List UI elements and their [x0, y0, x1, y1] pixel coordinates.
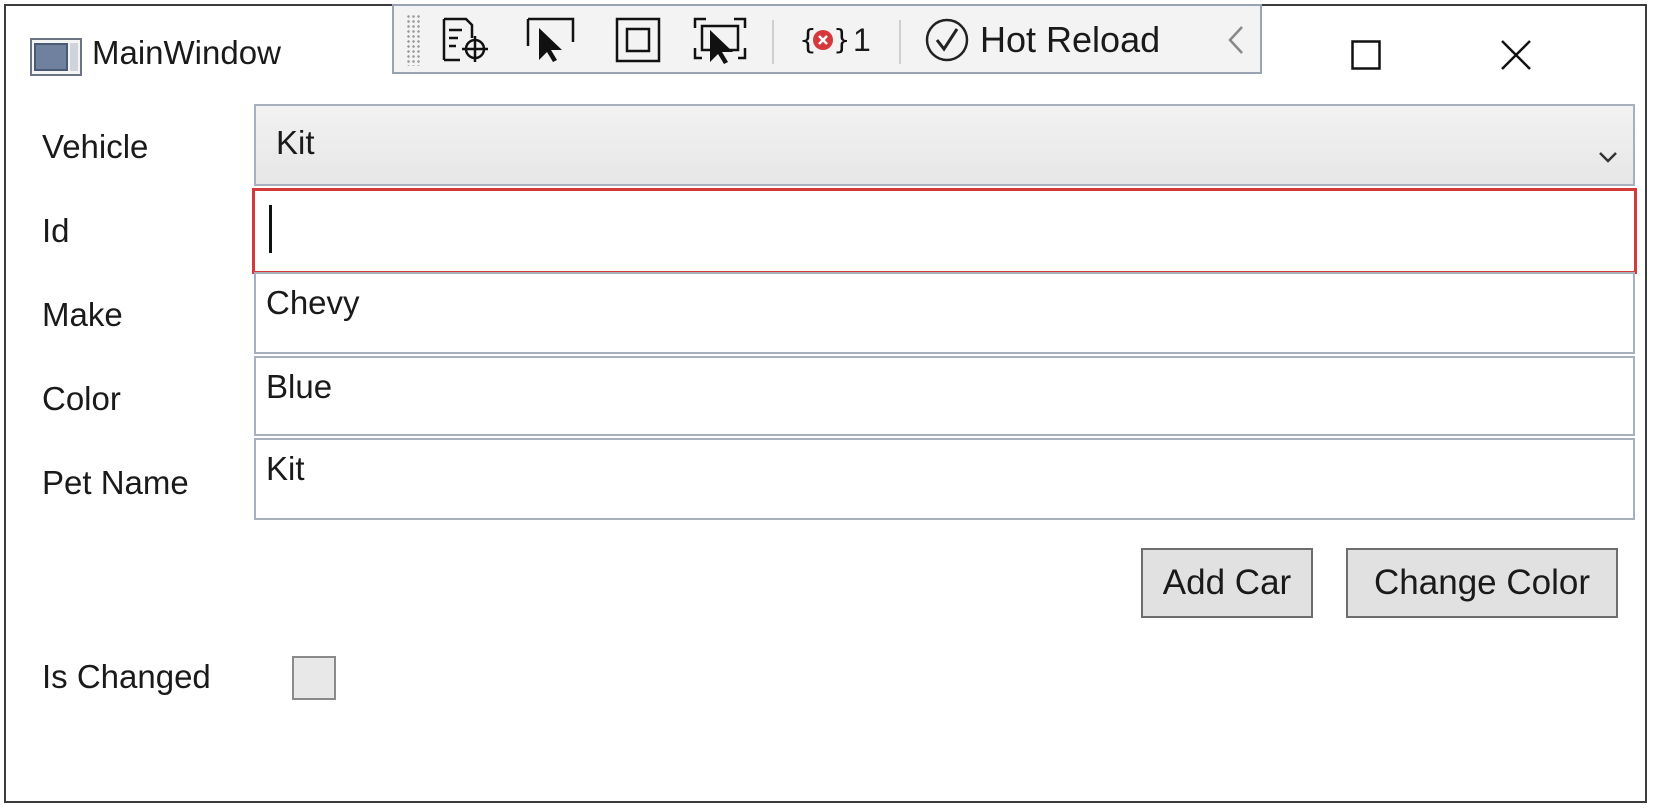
color-value: Blue: [266, 368, 333, 405]
track-focus-button[interactable]: [690, 12, 750, 68]
close-icon: [1501, 40, 1531, 70]
chevron-down-icon: [1597, 134, 1619, 172]
hot-reload-button[interactable]: Hot Reload: [924, 12, 1160, 68]
svg-text:}: }: [833, 23, 847, 56]
close-button[interactable]: [1461, 20, 1571, 90]
id-label: Id: [42, 212, 70, 249]
maximize-button[interactable]: [1311, 20, 1421, 90]
pet-name-value: Kit: [266, 450, 305, 487]
track-focus-icon: [693, 17, 747, 64]
xaml-debug-toolbar: { } 1 Hot Reload: [392, 4, 1262, 74]
live-visual-tree-icon: [442, 17, 488, 62]
make-value: Chevy: [266, 284, 360, 321]
error-icon: { }: [799, 23, 847, 56]
select-element-button[interactable]: [522, 12, 582, 68]
pet-name-field[interactable]: Kit: [254, 438, 1635, 520]
toolbar-separator: [772, 20, 774, 64]
change-color-button[interactable]: Change Color: [1346, 548, 1618, 618]
select-element-icon: [526, 17, 575, 62]
text-caret: [269, 205, 272, 253]
vehicle-combobox[interactable]: Kit: [254, 104, 1635, 186]
make-label: Make: [42, 296, 123, 333]
vehicle-selected-value: Kit: [276, 124, 315, 161]
toolbar-separator: [899, 20, 901, 64]
add-car-button[interactable]: Add Car: [1141, 548, 1313, 618]
error-count: 1: [853, 21, 871, 58]
id-field[interactable]: [252, 188, 1637, 274]
display-adorners-button[interactable]: [608, 12, 668, 68]
binding-errors-button[interactable]: { } 1: [799, 12, 871, 68]
toolbar-grip[interactable]: [406, 14, 420, 66]
main-window: MainWindow Vehicle Id Make Color Pet Nam…: [4, 4, 1647, 803]
maximize-icon: [1351, 40, 1381, 70]
chevron-left-icon: [1228, 26, 1243, 54]
hot-reload-check-icon: [925, 18, 969, 62]
window-title: MainWindow: [92, 34, 281, 71]
vehicle-label: Vehicle: [42, 128, 149, 165]
is-changed-label: Is Changed: [42, 658, 211, 695]
app-icon: [30, 38, 82, 76]
hot-reload-label: Hot Reload: [980, 19, 1161, 60]
collapse-toolbar-button[interactable]: [1216, 12, 1256, 68]
color-label: Color: [42, 380, 121, 417]
color-field[interactable]: Blue: [254, 356, 1635, 436]
make-field[interactable]: Chevy: [254, 272, 1635, 354]
is-changed-checkbox[interactable]: [292, 656, 336, 700]
pet-name-label: Pet Name: [42, 464, 189, 501]
live-visual-tree-button[interactable]: [436, 12, 496, 68]
display-adorners-icon: [615, 17, 661, 63]
